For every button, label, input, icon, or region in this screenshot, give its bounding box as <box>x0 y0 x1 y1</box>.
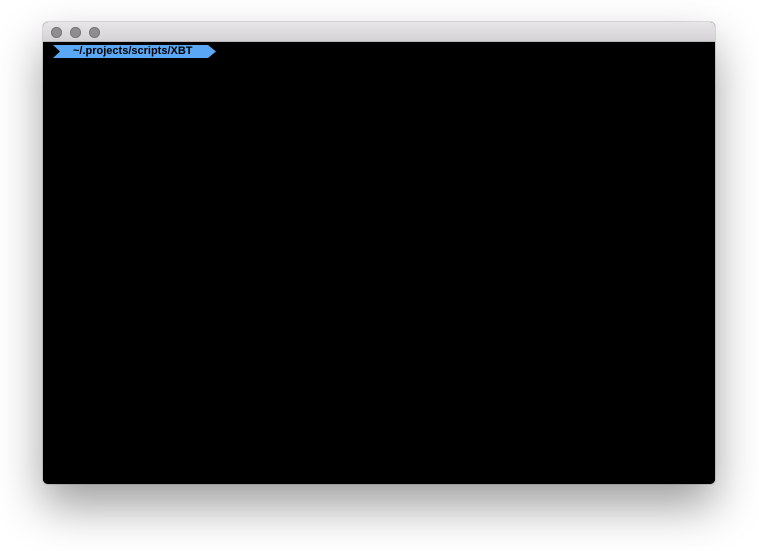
prompt-path-segment: ~/.projects/scripts/XBT <box>53 45 216 58</box>
title-bar[interactable] <box>43 22 715 42</box>
zoom-button[interactable] <box>89 27 100 38</box>
prompt-path: ~/.projects/scripts/XBT <box>73 45 193 57</box>
close-button[interactable] <box>51 27 62 38</box>
minimize-button[interactable] <box>70 27 81 38</box>
terminal-content[interactable]: ~/.projects/scripts/XBT <box>43 42 715 484</box>
terminal-window: ~/.projects/scripts/XBT <box>43 22 715 484</box>
